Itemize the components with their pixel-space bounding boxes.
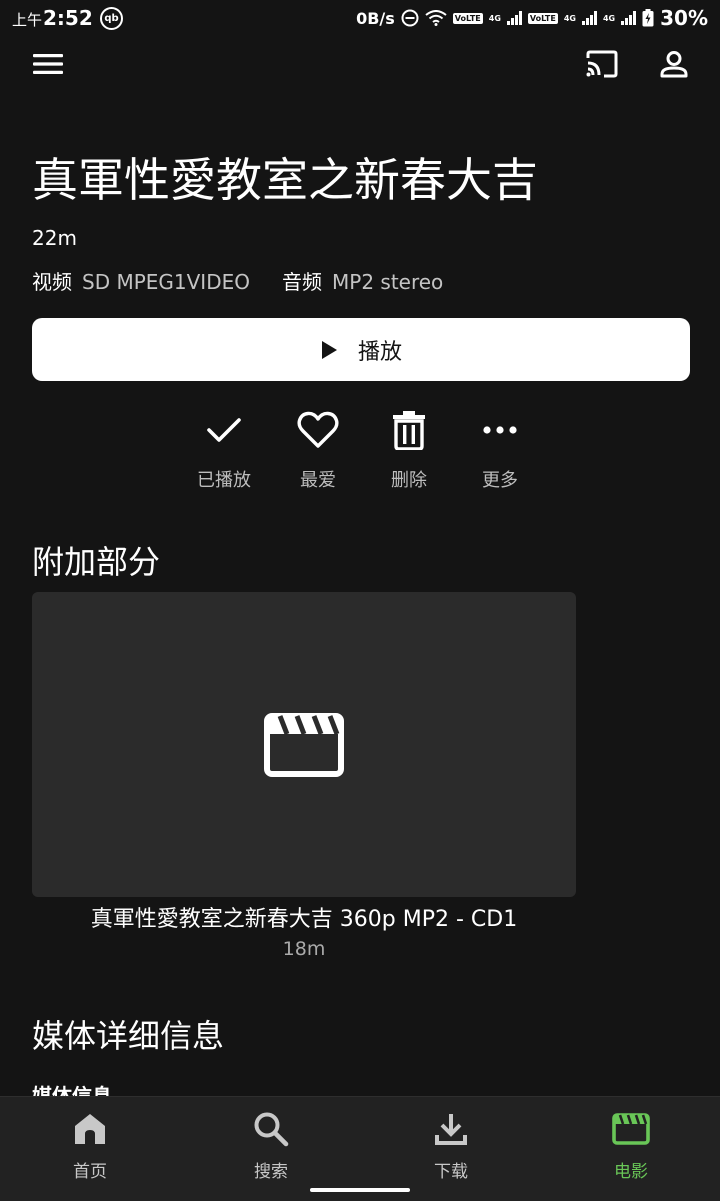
more-label: 更多 [482, 470, 518, 491]
dnd-icon [401, 9, 419, 27]
volte-badge-1: VoLTE [452, 12, 483, 24]
status-bar: 上午2:52 qb 0B/s VoLTE 4G VoLTE 4G 4G 30% [0, 0, 720, 36]
bottom-navigation: 首页 搜索 下载 电影 [0, 1096, 720, 1201]
play-icon [321, 340, 337, 359]
battery-charging-icon [642, 9, 654, 27]
media-info-heading: 媒体信息 [32, 1084, 112, 1096]
audio-label: 音频 [282, 270, 322, 294]
net-speed: 0B/s [356, 8, 395, 28]
trash-icon [393, 411, 425, 450]
cast-icon [586, 50, 618, 78]
nav-home[interactable]: 首页 [30, 1109, 150, 1182]
extras-section-title: 附加部分 [32, 543, 161, 581]
more-button[interactable]: 更多 [455, 404, 545, 492]
heart-icon [297, 411, 339, 448]
hamburger-menu-icon [33, 54, 63, 74]
favorite-label: 最爱 [300, 470, 336, 491]
search-icon [254, 1112, 289, 1147]
home-icon [75, 1114, 105, 1144]
played-label: 已播放 [197, 470, 251, 491]
nav-movies[interactable]: 电影 [571, 1109, 691, 1182]
status-indicators: 0B/s VoLTE 4G VoLTE 4G 4G 30% [356, 6, 708, 30]
extra-card-title[interactable]: 真軍性愛教室之新春大吉 360p MP2 - CD1 [32, 904, 576, 936]
video-value: SD MPEG1VIDEO [82, 270, 250, 294]
played-button[interactable]: 已播放 [179, 404, 269, 492]
network-type-1: 4G [488, 13, 501, 23]
stream-info: 视频 SD MPEG1VIDEO 音频 MP2 stereo [32, 268, 475, 296]
nav-downloads-label: 下载 [434, 1162, 468, 1182]
network-type-3: 4G [602, 13, 616, 23]
user-icon [660, 51, 688, 78]
nav-downloads[interactable]: 下载 [391, 1109, 511, 1182]
download-icon [435, 1114, 467, 1145]
account-button[interactable] [652, 44, 696, 84]
play-button-label: 播放 [357, 339, 402, 365]
movie-clapper-icon [264, 712, 344, 777]
extra-card-runtime: 18m [282, 938, 326, 960]
audio-value: MP2 stereo [332, 270, 444, 294]
cast-button[interactable] [580, 44, 624, 84]
play-button[interactable]: 播放 [32, 318, 690, 381]
video-label: 视频 [32, 270, 72, 294]
movie-clapper-icon [612, 1113, 650, 1145]
more-dots-icon [483, 426, 517, 434]
signal-bars-1-icon [506, 11, 522, 25]
nav-home-label: 首页 [73, 1162, 107, 1182]
nav-movies-label: 电影 [614, 1162, 648, 1182]
qb-notification-icon: qb [100, 7, 123, 30]
menu-button[interactable] [26, 46, 70, 82]
delete-button[interactable]: 删除 [364, 404, 454, 492]
item-title: 真軍性愛教室之新春大吉 [32, 153, 538, 207]
nav-search[interactable]: 搜索 [211, 1109, 331, 1182]
network-type-2: 4G [563, 13, 576, 23]
delete-label: 删除 [391, 470, 427, 491]
extra-card-thumbnail[interactable] [32, 592, 576, 897]
signal-bars-2-icon [581, 11, 597, 25]
nav-search-label: 搜索 [254, 1162, 288, 1182]
item-runtime: 22m [32, 226, 77, 250]
battery-percent: 30% [660, 6, 708, 30]
media-details-section-title: 媒体详细信息 [32, 1017, 225, 1055]
signal-bars-3-icon [621, 11, 637, 25]
wifi-icon [425, 10, 447, 26]
check-icon [207, 418, 241, 442]
favorite-button[interactable]: 最爱 [273, 404, 363, 492]
status-time: 上午2:52 [12, 6, 93, 30]
home-indicator [310, 1188, 410, 1192]
volte-badge-2: VoLTE [527, 12, 558, 24]
